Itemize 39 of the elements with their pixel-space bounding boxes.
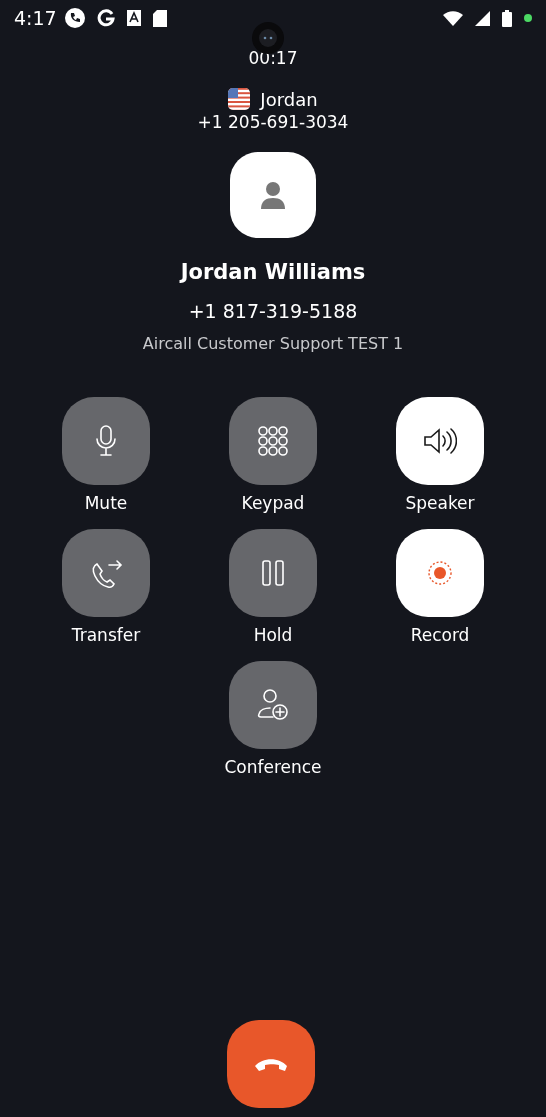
g-logo-icon <box>96 9 115 27</box>
signal-icon <box>475 10 490 26</box>
call-action-button[interactable] <box>396 397 484 485</box>
action-label: Conference <box>224 757 322 777</box>
line-number: +1 205-691-3034 <box>197 112 349 132</box>
phone-icon <box>64 8 85 28</box>
call-action-button[interactable] <box>396 529 484 617</box>
call-action-button[interactable] <box>62 529 150 617</box>
privacy-dot-icon <box>524 14 532 22</box>
call-action-button[interactable] <box>62 397 150 485</box>
flag-icon <box>228 88 251 110</box>
call-action-button[interactable] <box>229 397 317 485</box>
pause-icon <box>262 560 284 586</box>
phone-icon <box>253 1056 289 1072</box>
action-label: Speaker <box>405 493 475 513</box>
line-name: Jordan <box>260 88 318 110</box>
contact-name: Jordan Williams <box>180 260 366 284</box>
action-label: Mute <box>84 493 128 513</box>
action-label: Record <box>410 625 470 645</box>
record-icon <box>427 560 453 586</box>
contact-company: Aircall Customer Support TEST 1 <box>142 334 404 353</box>
status-time: 4:17 <box>14 7 57 29</box>
person-icon <box>261 181 285 209</box>
call-action-button[interactable] <box>229 661 317 749</box>
call-timer: 00:17 <box>248 48 298 68</box>
call-action-button[interactable] <box>229 529 317 617</box>
wifi-icon <box>443 10 463 26</box>
contact-number: +1 817-319-5188 <box>188 300 358 322</box>
hang-up-button[interactable] <box>227 1020 315 1108</box>
font-box-icon <box>126 10 141 26</box>
microphone-icon <box>95 425 117 457</box>
sd-card-icon <box>152 9 167 27</box>
action-label: Keypad <box>241 493 305 513</box>
speaker-icon <box>423 426 457 456</box>
action-label: Transfer <box>71 625 141 645</box>
keypad-icon <box>258 426 288 456</box>
add-person-icon <box>256 688 290 722</box>
action-label: Hold <box>253 625 293 645</box>
battery-icon <box>502 9 512 27</box>
